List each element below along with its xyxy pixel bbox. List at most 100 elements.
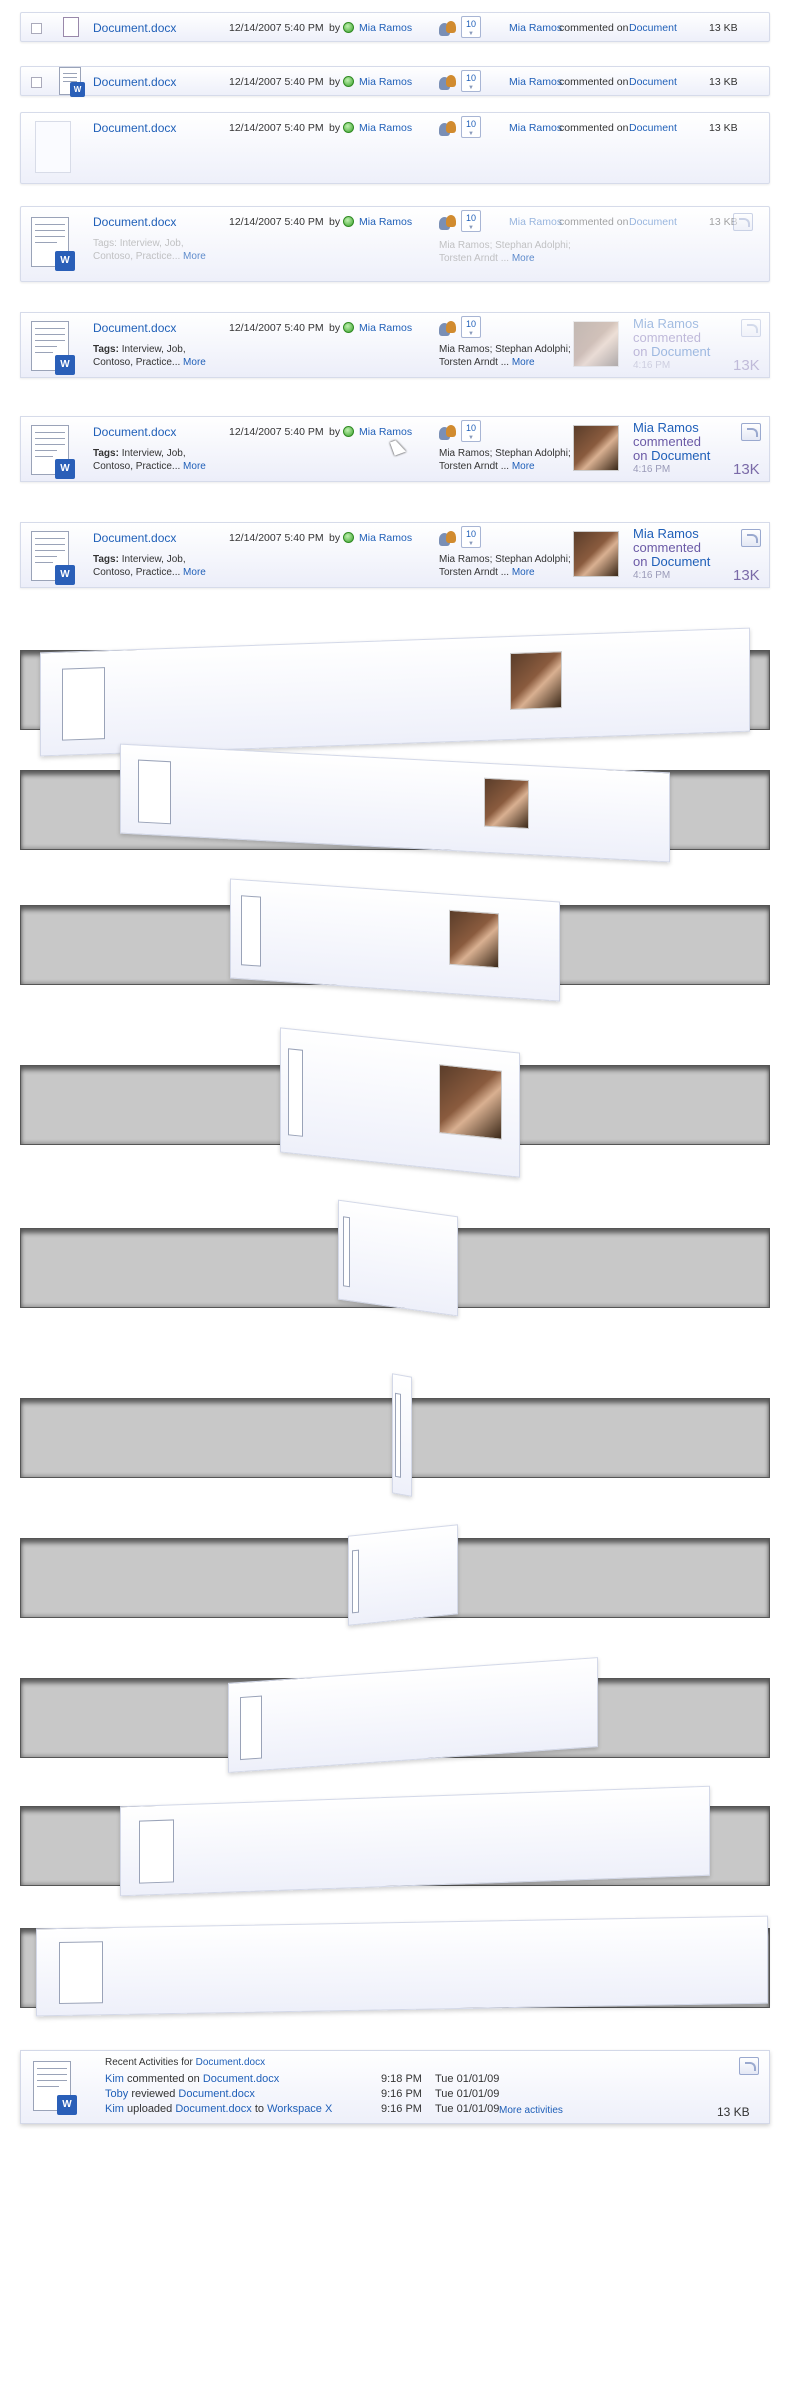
tags-value: Contoso, Practice... [93, 357, 181, 368]
checkbox-icon[interactable] [31, 77, 42, 88]
presence-icon [343, 67, 357, 97]
expand-corner-icon[interactable] [739, 2057, 759, 2075]
user-photo[interactable] [484, 777, 529, 830]
user-photo[interactable] [573, 321, 619, 367]
user-photo[interactable] [439, 1063, 502, 1140]
transition-card[interactable] [392, 1373, 412, 1497]
document-name-link[interactable]: Document.docx [93, 531, 176, 545]
recent-activity-row: Kim uploaded Document.docx to Workspace … [105, 2103, 665, 2115]
expand-corner-icon[interactable] [733, 213, 753, 231]
activity-actor-link[interactable]: Mia Ramos [509, 67, 562, 97]
activity-actor-link[interactable]: Toby [105, 2088, 128, 2100]
activity-actor-link[interactable]: Mia Ramos [633, 317, 710, 331]
recent-activities-card[interactable]: W Recent Activities for Document.docx Ki… [20, 2050, 770, 2124]
activity-object-link[interactable]: Document [651, 554, 710, 569]
document-name-link[interactable]: Document.docx [93, 207, 176, 237]
activity-object-link[interactable]: Document.docx [175, 2103, 251, 2115]
transition-card[interactable] [40, 627, 750, 757]
user-photo[interactable] [448, 909, 499, 969]
document-name-link[interactable]: Document.docx [93, 321, 176, 335]
activity-on: on [633, 448, 648, 463]
checkbox-icon[interactable] [31, 23, 42, 34]
people-count[interactable]: 10 ▼ [461, 210, 481, 232]
people-count[interactable]: 10 ▼ [461, 316, 481, 338]
activity-actor-link[interactable]: Kim [105, 2103, 124, 2115]
tags-value: Interview, Job, [119, 238, 184, 249]
presence-icon [343, 321, 357, 335]
document-name-link[interactable]: Document.docx [93, 425, 176, 439]
more-link[interactable]: More [512, 461, 535, 472]
tags-label: Tags: [93, 554, 119, 565]
activity-object-link[interactable]: Document.docx [203, 2073, 279, 2085]
author-link[interactable]: Mia Ramos [359, 13, 412, 43]
more-link[interactable]: More [183, 251, 206, 262]
author-link[interactable]: Mia Ramos [359, 321, 412, 335]
modified-date: 12/14/2007 5:40 PM [229, 216, 324, 228]
recent-activity-row: Kim commented on Document.docx 9:18 PM Tu… [105, 2073, 665, 2085]
people-count[interactable]: 10 ▼ [461, 70, 481, 92]
people-count[interactable]: 10 ▼ [461, 116, 481, 138]
people-count[interactable]: 10 ▼ [461, 16, 481, 38]
activity-actor-link[interactable]: Mia Ramos [509, 207, 562, 237]
file-size: 13 KB [717, 2105, 750, 2119]
activity-object-link[interactable]: Document [629, 113, 677, 143]
list-item[interactable]: W Document.docx 12/14/2007 5:40 PM by Mi… [20, 66, 770, 97]
expand-corner-icon[interactable] [741, 423, 761, 441]
people-icon [439, 423, 457, 441]
author-link[interactable]: Mia Ramos [359, 425, 412, 439]
user-photo[interactable] [509, 650, 562, 710]
author-link[interactable]: Mia Ramos [359, 113, 412, 143]
tags-value: Contoso, Practice... [93, 251, 181, 262]
by-label: by [329, 76, 341, 88]
more-link[interactable]: More [183, 567, 206, 578]
tags-label: Tags: [93, 344, 119, 355]
activity-object-link[interactable]: Document [629, 67, 677, 97]
activity-object-link[interactable]: Document [651, 448, 710, 463]
expand-corner-icon[interactable] [741, 319, 761, 337]
list-item[interactable]: Document.docx 12/14/2007 5:40 PM by Mia … [20, 12, 770, 42]
people-count[interactable]: 10 ▼ [461, 420, 481, 442]
more-link[interactable]: More [183, 357, 206, 368]
document-name-link[interactable]: Document.docx [93, 113, 176, 143]
user-photo[interactable] [573, 531, 619, 577]
recent-activities-card[interactable] [348, 1524, 458, 1626]
file-size: 13K [733, 461, 760, 478]
people-icon [439, 19, 457, 37]
activity-actor-link[interactable]: Mia Ramos [633, 421, 710, 435]
activity-object-link[interactable]: Document [651, 344, 710, 359]
activity-actor-link[interactable]: Mia Ramos [633, 527, 710, 541]
recent-activities-card[interactable] [36, 1915, 768, 2017]
author-link[interactable]: Mia Ramos [359, 67, 412, 97]
activity-time: 4:16 PM [633, 570, 671, 581]
activity-actor-link[interactable]: Mia Ramos [509, 113, 562, 143]
activity-object-link[interactable]: Document.docx [178, 2088, 254, 2100]
presence-icon [343, 113, 357, 143]
more-link[interactable]: More [512, 253, 535, 264]
activity-time: 4:16 PM [633, 360, 671, 371]
list-item[interactable]: W Document.docx 12/14/2007 5:40 PM by Mi… [20, 312, 770, 378]
recent-doc-link[interactable]: Document.docx [196, 2057, 265, 2068]
list-item[interactable]: W Document.docx 12/14/2007 5:40 PM by Mi… [20, 522, 770, 588]
activity-object-link[interactable]: Document [629, 207, 677, 237]
more-link[interactable]: More [183, 461, 206, 472]
more-activities-link[interactable]: More activities [499, 2105, 563, 2116]
transition-card[interactable] [338, 1199, 458, 1317]
user-photo[interactable] [573, 425, 619, 471]
author-link[interactable]: Mia Ramos [359, 207, 412, 237]
document-thumbnail [352, 1549, 359, 1613]
transition-card[interactable] [280, 1027, 520, 1178]
list-item[interactable]: W Document.docx 12/14/2007 5:40 PM by Mi… [20, 206, 770, 282]
activity-actor-link[interactable]: Kim [105, 2073, 124, 2085]
people-count[interactable]: 10 ▼ [461, 526, 481, 548]
activity-object-link[interactable]: Document [629, 13, 677, 43]
activity-verb: commented on [559, 22, 629, 34]
activity-actor-link[interactable]: Mia Ramos [509, 13, 562, 43]
document-name-link[interactable]: Document.docx [93, 67, 176, 97]
expand-corner-icon[interactable] [741, 529, 761, 547]
document-name-link[interactable]: Document.docx [93, 13, 176, 43]
more-link[interactable]: More [512, 567, 535, 578]
author-link[interactable]: Mia Ramos [359, 531, 412, 545]
workspace-link[interactable]: Workspace X [267, 2103, 332, 2115]
list-item[interactable]: Document.docx 12/14/2007 5:40 PM by Mia … [20, 112, 770, 184]
more-link[interactable]: More [512, 357, 535, 368]
